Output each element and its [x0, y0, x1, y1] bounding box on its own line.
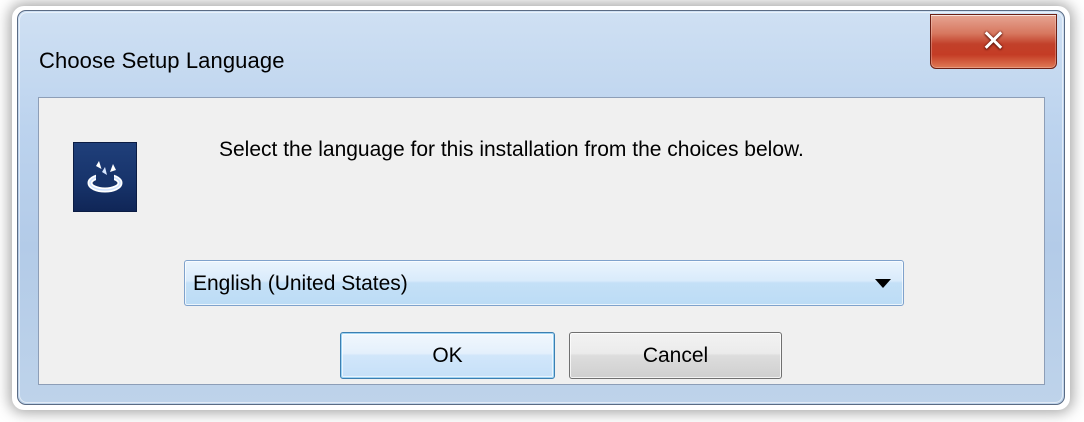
dialog-body: Select the language for this installatio…	[38, 97, 1045, 385]
cancel-button[interactable]: Cancel	[569, 332, 782, 379]
installer-icon-graphic	[87, 161, 123, 193]
close-button[interactable]: ✕	[930, 14, 1057, 69]
instruction-text: Select the language for this installatio…	[219, 138, 804, 161]
window-title: Choose Setup Language	[39, 48, 285, 73]
screen: Choose Setup Language ✕ Select the langu…	[0, 0, 1084, 422]
language-selected-value: English (United States)	[193, 272, 408, 295]
close-icon: ✕	[980, 23, 1007, 59]
ok-button[interactable]: OK	[340, 332, 555, 379]
language-dropdown[interactable]: English (United States)	[184, 260, 904, 306]
chevron-down-icon	[875, 279, 891, 288]
installer-icon	[73, 142, 137, 212]
setup-language-dialog: Choose Setup Language ✕ Select the langu…	[17, 10, 1065, 405]
title-bar[interactable]: Choose Setup Language ✕	[18, 11, 1064, 93]
